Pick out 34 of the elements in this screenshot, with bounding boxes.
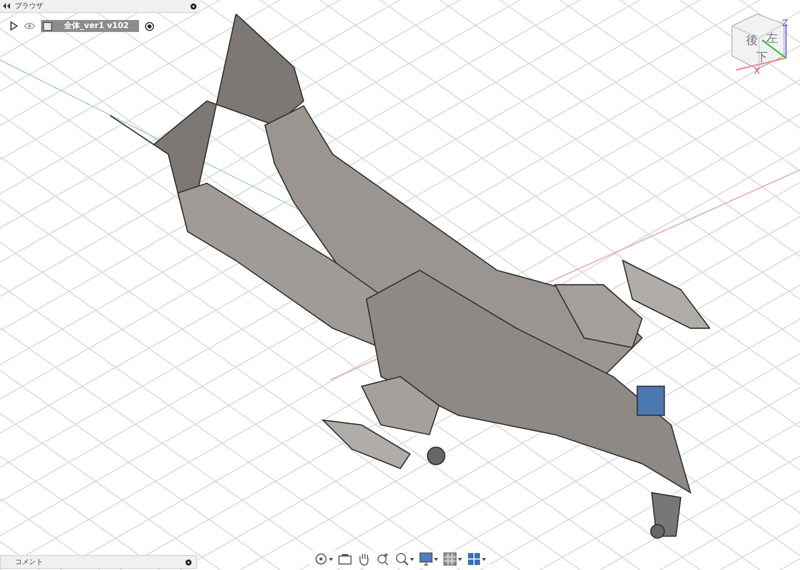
camera-icon — [338, 552, 352, 566]
caret-icon — [410, 558, 414, 560]
toolbar-button[interactable] — [357, 552, 371, 566]
collapse-icon[interactable] — [3, 3, 10, 9]
monitor-icon — [419, 552, 433, 566]
view-cube-face-label[interactable]: 左 — [766, 32, 778, 44]
toolbar-button[interactable] — [467, 552, 486, 566]
axis-label: Z — [782, 20, 788, 29]
caret-icon — [458, 558, 462, 560]
grid-icon — [443, 552, 457, 566]
expand-arrow-icon[interactable] — [10, 21, 18, 31]
eye-icon[interactable] — [24, 22, 35, 30]
view-cube-face-label[interactable]: 下 — [756, 51, 768, 63]
caret-icon — [482, 558, 486, 560]
view-cube-face-label[interactable]: 後 — [746, 34, 758, 46]
toolbar-button[interactable] — [443, 552, 462, 566]
component-item[interactable]: 全体_ver1 v102 — [41, 20, 139, 32]
magnifier-icon — [395, 552, 409, 566]
toolbar-button[interactable] — [338, 552, 352, 566]
pin-icon[interactable] — [190, 2, 197, 10]
caret-icon — [329, 558, 333, 560]
component-name: 全体_ver1 v102 — [63, 22, 130, 30]
toolbar-button[interactable] — [314, 552, 333, 566]
toolbar-button[interactable] — [376, 552, 390, 566]
component-icon — [43, 22, 52, 30]
activate-radio-icon[interactable] — [144, 22, 154, 30]
caret-icon — [434, 558, 438, 560]
zoom-icon — [376, 552, 390, 566]
toolbar-button[interactable] — [419, 552, 438, 566]
toolbar-button[interactable] — [395, 552, 414, 566]
axis-label: X — [754, 68, 760, 77]
orbit-icon — [314, 552, 328, 566]
hand-icon — [357, 552, 371, 566]
add-comment-icon[interactable] — [185, 558, 192, 566]
